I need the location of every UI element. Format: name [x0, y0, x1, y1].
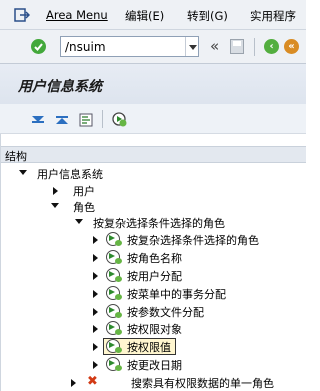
tree-item[interactable]: 按角色名称 — [1, 249, 306, 266]
tree-node-label: 按复杂选择条件选择的角色 — [93, 217, 225, 230]
toolbar-divider — [254, 38, 255, 56]
application-toolbar — [0, 104, 306, 134]
system-toolbar: /nsuim « ‹ « — [0, 30, 306, 64]
tree-item[interactable]: 按参数文件分配 — [1, 303, 306, 320]
execute-icon[interactable] — [106, 321, 122, 335]
apptb-divider — [102, 110, 103, 128]
tree-node-label: 用户信息系统 — [37, 168, 103, 181]
command-field-value: /nsuim — [65, 40, 106, 54]
exit-icon[interactable] — [14, 8, 31, 22]
command-field[interactable]: /nsuim — [60, 36, 199, 57]
column-header-label: 结构 — [5, 150, 27, 163]
exit-transaction-icon[interactable]: « — [284, 39, 299, 54]
tree-item-label: 按用户分配 — [127, 270, 182, 283]
tree-node-users[interactable]: 用户 — [1, 182, 306, 199]
back-history-icon[interactable]: « — [210, 37, 219, 55]
collapse-arrow-icon[interactable] — [93, 254, 98, 262]
tree-panel: 结构 用户信息系统 用户 角色 按复杂选择条件选择的角色 按复杂选择条件选择的角… — [0, 134, 306, 391]
title-bar: 用户信息系统 — [0, 64, 306, 104]
collapse-arrow-icon[interactable] — [93, 272, 98, 280]
page-title: 用户信息系统 — [18, 79, 102, 95]
menu-utilities[interactable]: 实用程序 — [250, 8, 296, 24]
tree-item[interactable]: 按用户分配 — [1, 267, 306, 284]
expand-all-icon[interactable] — [30, 112, 46, 128]
tree-item-label: 按复杂选择条件选择的角色 — [127, 234, 259, 247]
execute-icon[interactable] — [112, 112, 128, 128]
tree-item-label: 按角色名称 — [127, 252, 182, 265]
expand-arrow-icon[interactable] — [19, 170, 27, 175]
tree-item[interactable]: 按更改日期 — [1, 356, 306, 373]
execute-icon[interactable] — [106, 286, 122, 300]
menu-bar: Area Menu 编辑(E) 转到(G) 实用程序 — [0, 0, 306, 30]
column-header: 结构 — [1, 146, 306, 163]
collapse-arrow-icon[interactable] — [93, 290, 98, 298]
enter-icon[interactable] — [31, 39, 46, 54]
menu-edit[interactable]: 编辑(E) — [125, 8, 164, 24]
tree-item-label: 按菜单中的事务分配 — [127, 288, 226, 301]
save-icon[interactable] — [230, 39, 244, 54]
collapse-arrow-icon[interactable] — [93, 361, 98, 369]
tree-item-label: 按参数文件分配 — [127, 306, 204, 319]
collapse-arrow-icon[interactable] — [93, 236, 98, 244]
tree-item-label: 按权限值 — [127, 341, 171, 354]
execute-icon[interactable] — [106, 232, 122, 246]
tree-item-label: 按更改日期 — [127, 359, 182, 372]
tree-node-label: 搜索具有权限数据的单一角色 — [131, 377, 274, 390]
expand-arrow-icon[interactable] — [75, 219, 83, 224]
tree-item[interactable]: 按菜单中的事务分配 — [1, 285, 306, 302]
expand-arrow-icon[interactable] — [51, 203, 59, 208]
execute-icon[interactable] — [106, 339, 122, 353]
execute-icon[interactable] — [106, 357, 122, 371]
tree-node-label: 用户 — [73, 185, 95, 198]
collapse-arrow-icon[interactable] — [93, 325, 98, 333]
execute-icon[interactable] — [106, 304, 122, 318]
execute-icon[interactable] — [106, 268, 122, 282]
tree-node-root[interactable]: 用户信息系统 — [1, 165, 306, 182]
menu-goto[interactable]: 转到(G) — [187, 8, 228, 24]
not-executable-icon: ✖ — [87, 374, 98, 389]
collapse-arrow-icon[interactable] — [93, 343, 98, 351]
menu-area-menu[interactable]: Area Menu — [46, 8, 108, 22]
back-icon[interactable]: ‹ — [264, 39, 279, 54]
tree-item[interactable]: 按权限对象 — [1, 320, 306, 337]
collapse-arrow-icon[interactable] — [53, 187, 58, 195]
tree-item-label: 按权限对象 — [127, 323, 182, 336]
tree-node-complex[interactable]: 按复杂选择条件选择的角色 — [1, 214, 306, 231]
collapse-arrow-icon[interactable] — [93, 308, 98, 316]
collapse-arrow-icon[interactable] — [71, 379, 76, 387]
tree-item[interactable]: 按复杂选择条件选择的角色 — [1, 231, 306, 248]
variant-icon[interactable] — [78, 112, 94, 128]
execute-icon[interactable] — [106, 250, 122, 264]
tree-item-selected[interactable]: 按权限值 — [1, 338, 306, 355]
command-dropdown-icon[interactable] — [185, 37, 198, 56]
collapse-all-icon[interactable] — [54, 112, 70, 128]
tree-node-roles[interactable]: 角色 — [1, 198, 306, 215]
tree-node-single-role[interactable]: ✖ 搜索具有权限数据的单一角色 — [1, 374, 306, 391]
tree-node-label: 角色 — [73, 201, 95, 214]
